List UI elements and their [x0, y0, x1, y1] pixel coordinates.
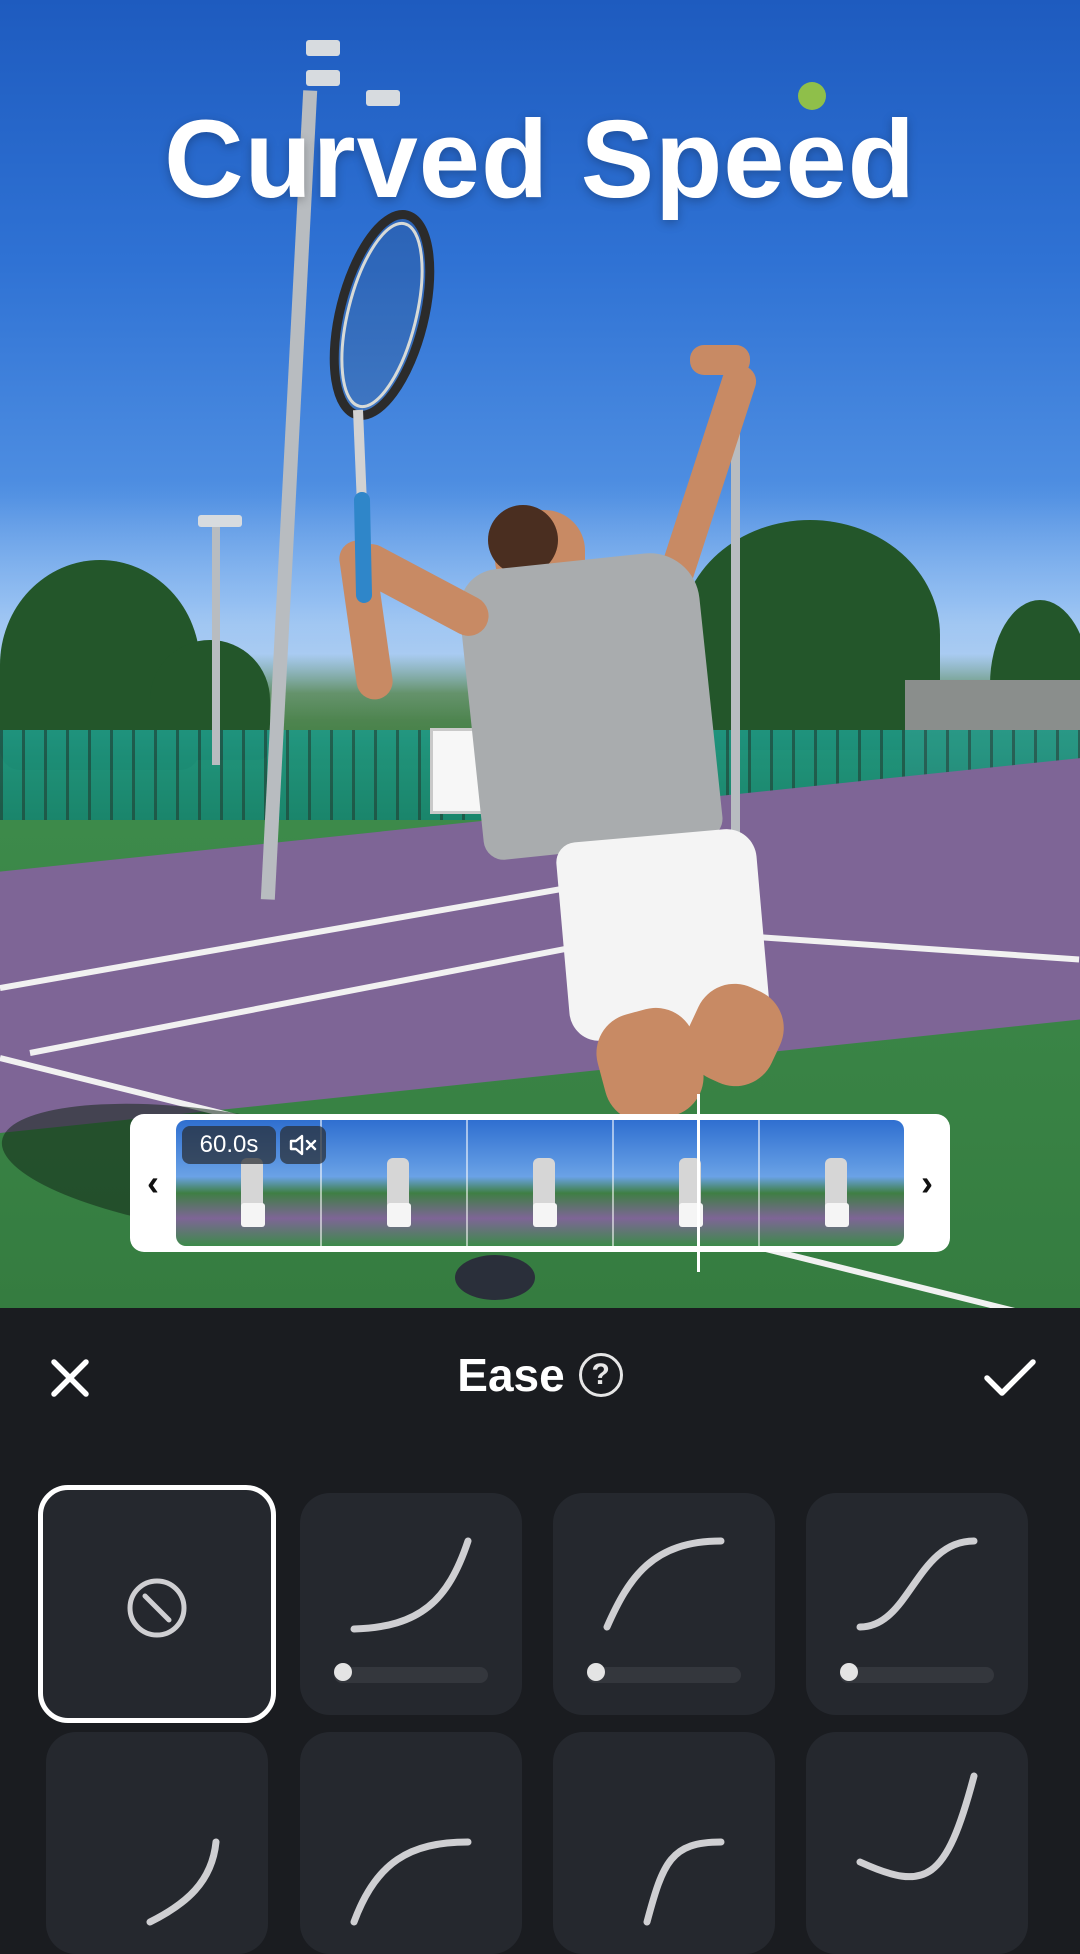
panel-title: Ease — [457, 1349, 565, 1401]
panel-header: Ease ? — [0, 1348, 1080, 1402]
tennis-racket — [329, 210, 435, 603]
floodlight — [306, 40, 340, 56]
tree — [680, 520, 940, 750]
curve-icon — [350, 1838, 472, 1926]
slider-knob[interactable] — [334, 1663, 353, 1681]
light-pole — [731, 420, 740, 860]
slider-knob[interactable] — [587, 1663, 606, 1681]
intensity-slider[interactable] — [587, 1663, 741, 1683]
clip-timeline[interactable]: ‹ 60.0s › — [130, 1114, 950, 1252]
preview-title: Curved Speed — [164, 98, 916, 221]
video-preview: Curved Speed — [0, 0, 1080, 1308]
intensity-slider[interactable] — [334, 1663, 488, 1683]
preset-7[interactable] — [553, 1732, 775, 1954]
trim-right-handle[interactable]: › — [904, 1114, 950, 1252]
player-hand — [690, 345, 750, 375]
player-shirt — [455, 548, 725, 862]
curve-icon — [643, 1838, 725, 1926]
preset-6[interactable] — [300, 1732, 522, 1954]
preset-8[interactable] — [806, 1732, 1028, 1954]
curve-icon — [856, 1772, 978, 1881]
intensity-slider[interactable] — [840, 1663, 994, 1683]
preset-5[interactable] — [46, 1732, 268, 1954]
floodlight — [198, 515, 242, 527]
checkmark-icon — [984, 1359, 1036, 1396]
playhead[interactable] — [697, 1094, 700, 1272]
floodlight — [306, 70, 340, 86]
player-shoe — [455, 1255, 535, 1300]
help-icon[interactable]: ? — [578, 1353, 623, 1397]
preset-ease-in[interactable] — [300, 1493, 522, 1715]
slider-knob[interactable] — [840, 1663, 859, 1681]
preset-ease-out[interactable] — [553, 1493, 775, 1715]
clip-frame — [468, 1120, 614, 1246]
clip-frame — [760, 1120, 904, 1246]
speaker-muted-icon[interactable] — [280, 1126, 326, 1164]
curve-icon — [146, 1838, 220, 1926]
trim-left-handle[interactable]: ‹ — [130, 1114, 176, 1252]
no-effect-icon — [127, 1578, 187, 1638]
preset-ease-in-out[interactable] — [806, 1493, 1028, 1715]
light-pole — [212, 525, 220, 765]
preset-none[interactable] — [38, 1485, 276, 1723]
confirm-button[interactable] — [970, 1340, 1050, 1416]
clip-frame — [322, 1120, 468, 1246]
clip-duration-badge: 60.0s — [182, 1126, 276, 1164]
clip-frame — [614, 1120, 760, 1246]
